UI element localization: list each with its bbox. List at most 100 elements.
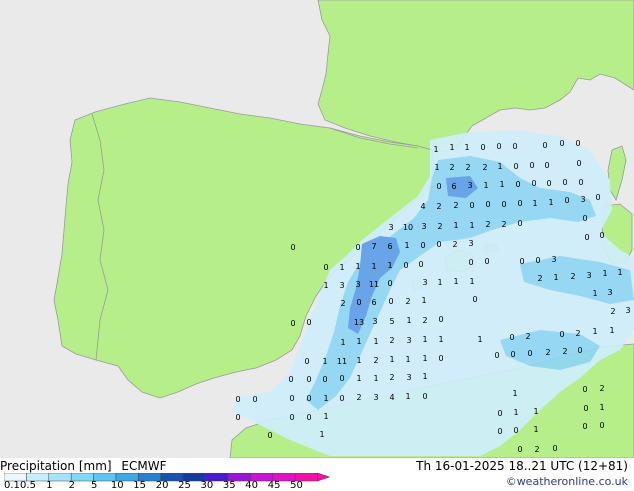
precip-value: 2 bbox=[373, 356, 378, 365]
colorbar-tick-label: 2 bbox=[68, 480, 76, 491]
precip-value: 3 bbox=[355, 280, 360, 289]
precip-value: 3 bbox=[406, 336, 411, 345]
legend-title-label: Precipitation [mm] bbox=[0, 459, 112, 473]
precip-value: 3 bbox=[422, 278, 427, 287]
precip-value: 2 bbox=[422, 316, 427, 325]
colorbar-tick-label: 45 bbox=[267, 480, 281, 491]
precip-value: 1 bbox=[483, 181, 488, 190]
precip-value: 3 bbox=[551, 255, 556, 264]
precip-value: 1 bbox=[389, 355, 394, 364]
legend-title: Precipitation [mm] ECMWF bbox=[0, 459, 166, 473]
precip-value: 0 bbox=[562, 178, 567, 187]
precip-value: 2 bbox=[389, 373, 394, 382]
precip-value: 0 bbox=[290, 319, 295, 328]
precip-value: 1 bbox=[322, 357, 327, 366]
precip-value: 3 bbox=[406, 373, 411, 382]
precip-value: 1 bbox=[533, 425, 538, 434]
precip-value: 0 bbox=[322, 375, 327, 384]
precip-value: 2 bbox=[482, 163, 487, 172]
precip-value: 0 bbox=[388, 297, 393, 306]
precip-value: 0 bbox=[509, 333, 514, 342]
precip-value: 0 bbox=[403, 261, 408, 270]
precip-value: 0 bbox=[289, 394, 294, 403]
precip-value: 0 bbox=[472, 295, 477, 304]
precip-value: 1 bbox=[548, 198, 553, 207]
precip-value: 1 bbox=[323, 281, 328, 290]
precip-value: 0 bbox=[420, 241, 425, 250]
precip-value: 0 bbox=[289, 413, 294, 422]
precip-value: 0 bbox=[339, 374, 344, 383]
colorbar-tick-label: 40 bbox=[245, 480, 259, 491]
precip-value: 1 bbox=[497, 162, 502, 171]
precip-value: 1 bbox=[371, 262, 376, 271]
precip-value: 1 bbox=[356, 374, 361, 383]
colorbar-tick-label: 50 bbox=[290, 480, 303, 491]
precip-value: 4 bbox=[389, 393, 394, 402]
precip-value: 1 bbox=[617, 268, 622, 277]
precip-value: 0 bbox=[304, 357, 309, 366]
precip-value: 1 bbox=[437, 278, 442, 287]
precip-value: 0 bbox=[484, 257, 489, 266]
precip-value: 0 bbox=[422, 392, 427, 401]
precip-value: 1 bbox=[355, 262, 360, 271]
precip-value: 1 bbox=[477, 335, 482, 344]
precip-value: 2 bbox=[534, 445, 539, 454]
precip-value: 0 bbox=[438, 315, 443, 324]
precip-value: 0 bbox=[529, 161, 534, 170]
precip-value: 3 bbox=[625, 306, 630, 315]
precip-value: 1 bbox=[406, 316, 411, 325]
precip-value: 11 bbox=[369, 280, 379, 289]
precip-value: 0 bbox=[267, 431, 272, 440]
precip-value: 0 bbox=[513, 426, 518, 435]
legend-footer: Precipitation [mm] ECMWF Th 16-01-2025 1… bbox=[0, 458, 634, 491]
precip-value: 1 bbox=[433, 145, 438, 154]
precip-value: 6 bbox=[371, 298, 376, 307]
colorbar-tick-label: 1 bbox=[46, 480, 53, 491]
precip-value: 6 bbox=[451, 182, 456, 191]
precip-value: 1 bbox=[422, 354, 427, 363]
colorbar-tick-label: 15 bbox=[133, 480, 147, 491]
precip-value: 1 bbox=[421, 296, 426, 305]
precip-value: 0 bbox=[235, 413, 240, 422]
precip-value: 1 bbox=[592, 327, 597, 336]
precip-value: 0 bbox=[469, 201, 474, 210]
precip-value: 3 bbox=[580, 195, 585, 204]
precip-value: 0 bbox=[510, 350, 515, 359]
precip-value: 0 bbox=[235, 395, 240, 404]
precip-value: 0 bbox=[468, 258, 473, 267]
precip-value: 0 bbox=[356, 298, 361, 307]
precip-value: 2 bbox=[405, 297, 410, 306]
precip-value: 1 bbox=[404, 241, 409, 250]
precip-value: 0 bbox=[584, 233, 589, 242]
precip-value: 0 bbox=[480, 143, 485, 152]
precip-value: 0 bbox=[436, 182, 441, 191]
precipitation-map[interactable]: 1110000001222100000631100000422000011030… bbox=[0, 0, 634, 458]
precip-value: 10 bbox=[403, 223, 413, 232]
precip-value: 0 bbox=[306, 318, 311, 327]
precip-value: 1 bbox=[599, 403, 604, 412]
precip-value: 0 bbox=[595, 193, 600, 202]
precip-value: 0 bbox=[564, 196, 569, 205]
precip-value: 3 bbox=[586, 271, 591, 280]
map-canvas: 1 1 1 0 0 0 0 0 01 2 2 2 1 0 0 0 00 6 3 1 1 0 0 0 0 04 2 2 0 0 0 0 1 1 0 3 0… bbox=[0, 0, 634, 458]
precip-value: 1 bbox=[499, 180, 504, 189]
precip-value: 2 bbox=[537, 274, 542, 283]
precip-value: 1 bbox=[453, 277, 458, 286]
colorbar-tick-label: 35 bbox=[222, 480, 236, 491]
precip-value: 0 bbox=[252, 395, 257, 404]
colorbar-arrow bbox=[317, 473, 331, 482]
precip-value: 1 bbox=[469, 277, 474, 286]
precip-value: 0 bbox=[438, 354, 443, 363]
precip-value: 3 bbox=[373, 393, 378, 402]
precip-value: 0 bbox=[559, 330, 564, 339]
precip-value: 7 bbox=[371, 242, 376, 251]
credit-text[interactable]: ©weatheronline.co.uk bbox=[506, 475, 628, 488]
precip-value: 0 bbox=[418, 260, 423, 269]
precip-value: 0 bbox=[288, 375, 293, 384]
precip-value: 0 bbox=[583, 404, 588, 413]
precip-value: 2 bbox=[610, 307, 615, 316]
precip-value: 3 bbox=[468, 239, 473, 248]
precip-value: 2 bbox=[436, 202, 441, 211]
precip-value: 1 bbox=[592, 289, 597, 298]
precip-value: 2 bbox=[562, 347, 567, 356]
